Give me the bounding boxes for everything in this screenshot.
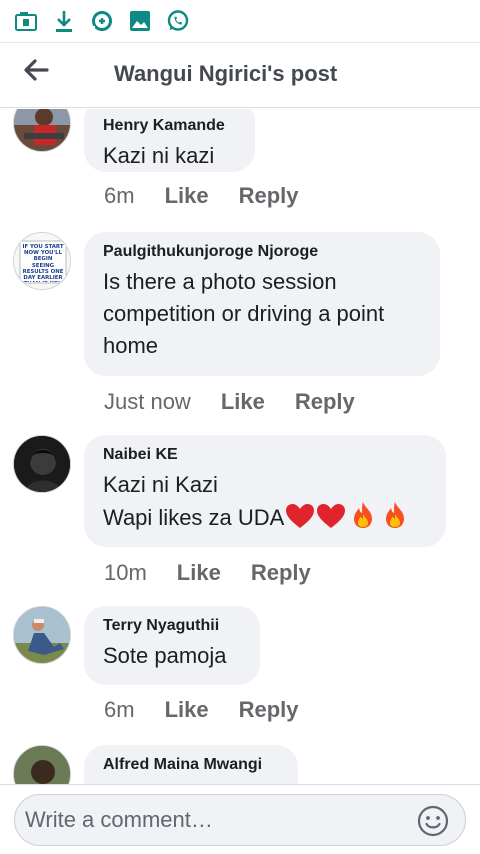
comment-actions: 6m Like Reply [104, 183, 299, 209]
avatar[interactable] [13, 606, 71, 664]
fire-emoji [382, 501, 408, 538]
whatsapp-icon [166, 9, 190, 33]
comment-actions: Just now Like Reply [104, 389, 355, 415]
comment-bubble[interactable]: Paulgithukunjoroge Njoroge Is there a ph… [84, 232, 440, 376]
comment-bubble[interactable]: Henry Kamande Kazi ni kazi [84, 109, 255, 172]
reply-button[interactable]: Reply [239, 183, 299, 209]
comment-text-line: Kazi ni Kazi [103, 472, 218, 497]
avatar[interactable] [13, 109, 71, 152]
post-header: Wangui Ngirici's post [0, 42, 480, 108]
like-button[interactable]: Like [165, 697, 209, 723]
smiley-icon[interactable] [417, 805, 449, 837]
comment-bubble[interactable]: Alfred Maina Mwangi [84, 745, 298, 784]
comment-text-span: Wapi likes za UDA [103, 505, 285, 530]
page-title: Wangui Ngirici's post [114, 61, 338, 86]
reply-button[interactable]: Reply [251, 560, 311, 586]
comment-text-line: Wapi likes za UDA [103, 501, 426, 538]
comment-text: Kazi ni Kazi Wapi likes za UDA [103, 469, 426, 538]
like-button[interactable]: Like [221, 389, 265, 415]
red-heart-emoji [316, 503, 346, 538]
comment-bubble[interactable]: Naibei KE Kazi ni Kazi Wapi likes za UDA [84, 435, 446, 547]
comment-composer [0, 784, 480, 854]
comment-input[interactable] [25, 803, 395, 837]
comment-author[interactable]: Henry Kamande [103, 116, 235, 136]
image-icon [128, 9, 152, 33]
comment-time[interactable]: Just now [104, 389, 191, 415]
comment-text: Kazi ni kazi [103, 143, 215, 168]
comment-bubble[interactable]: Terry Nyaguthii Sote pamoja [84, 606, 260, 685]
comment-author[interactable]: Naibei KE [103, 445, 426, 465]
comment-author[interactable]: Terry Nyaguthii [103, 616, 240, 636]
comment-text: Is there a photo session competition or … [103, 269, 385, 358]
comment-time[interactable]: 6m [104, 183, 135, 209]
comment-list[interactable]: Henry Kamande Kazi ni kazi 6m Like Reply… [0, 109, 480, 784]
comment-time[interactable]: 10m [104, 560, 147, 586]
comment-field-wrapper[interactable] [14, 794, 466, 846]
comment-actions: 6m Like Reply [104, 697, 299, 723]
like-button[interactable]: Like [165, 183, 209, 209]
fire-emoji [350, 501, 376, 538]
like-button[interactable]: Like [177, 560, 221, 586]
status-bar [0, 0, 480, 42]
comment-author[interactable]: Paulgithukunjoroge Njoroge [103, 242, 420, 262]
comment-text: Sote pamoja [103, 643, 227, 668]
data-saver-icon [90, 9, 114, 33]
avatar[interactable]: IF YOU START NOW YOU'LL BEGIN SEEING RES… [13, 232, 71, 290]
arrow-left-icon [23, 58, 49, 86]
back-button[interactable] [18, 57, 54, 87]
comment-actions: 10m Like Reply [104, 560, 311, 586]
avatar[interactable] [13, 435, 71, 493]
download-icon [52, 9, 76, 33]
comment-time[interactable]: 6m [104, 697, 135, 723]
avatar-quote-text: IF YOU START NOW YOU'LL BEGIN SEEING RES… [22, 244, 64, 282]
sim-card-icon [14, 9, 38, 33]
avatar[interactable] [13, 745, 71, 784]
reply-button[interactable]: Reply [295, 389, 355, 415]
reply-button[interactable]: Reply [239, 697, 299, 723]
comment-author[interactable]: Alfred Maina Mwangi [103, 755, 278, 775]
red-heart-emoji [285, 503, 315, 538]
